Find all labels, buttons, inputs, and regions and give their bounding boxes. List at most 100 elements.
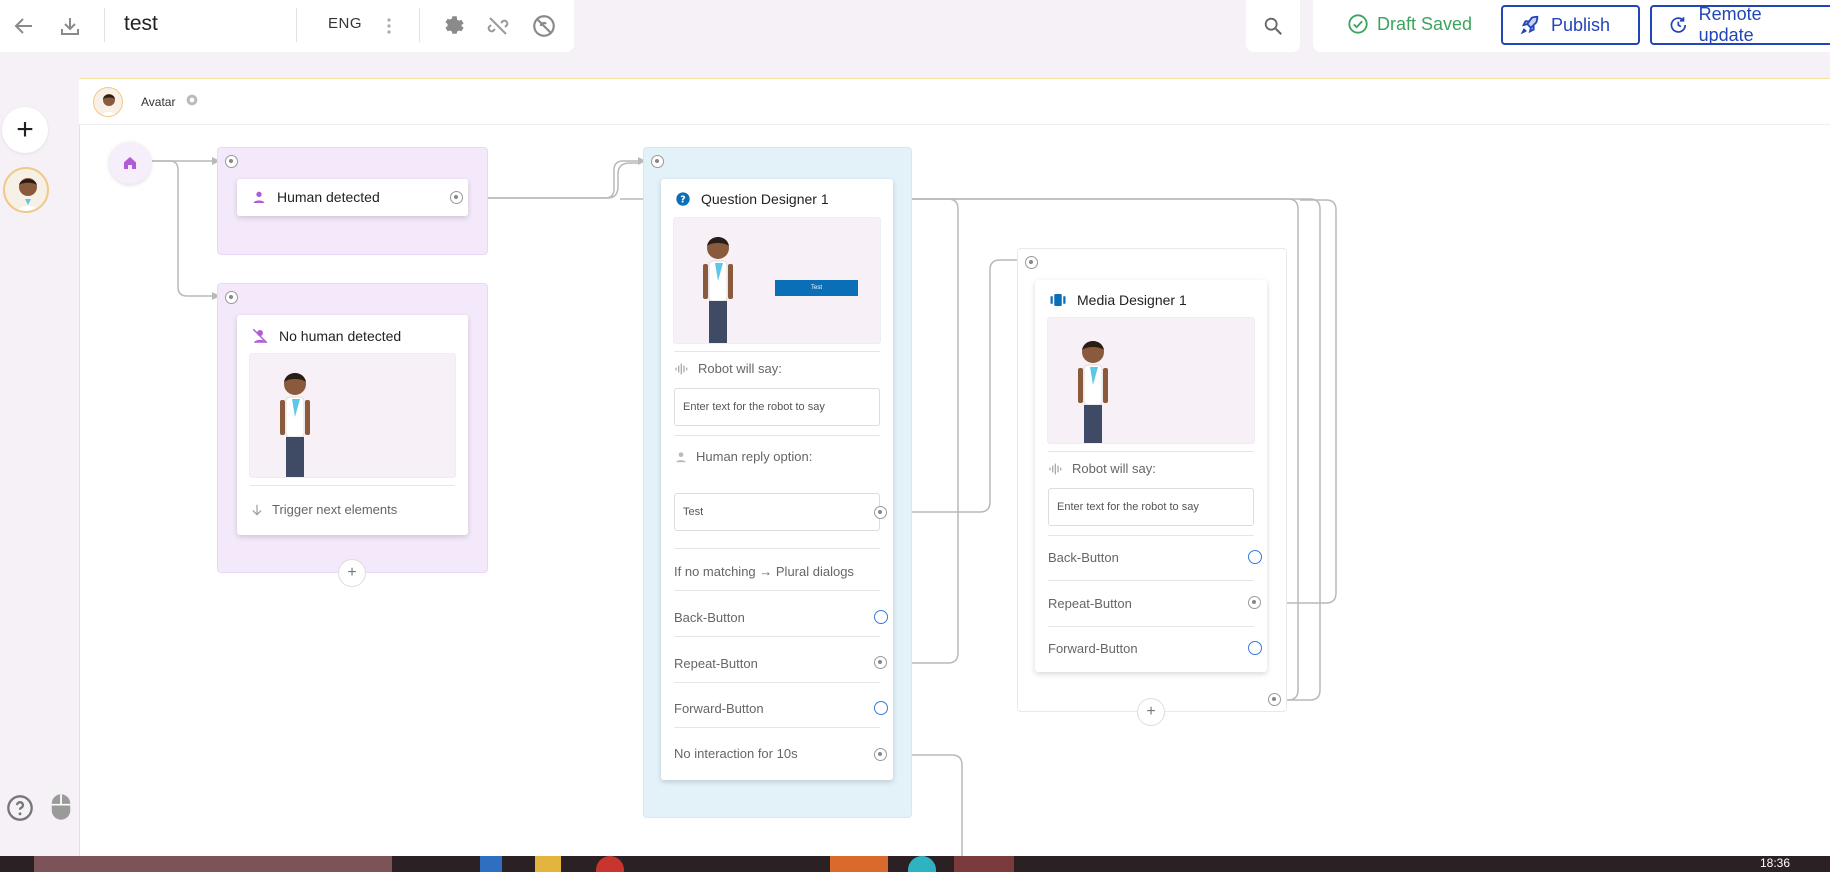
input-port[interactable] (225, 291, 238, 304)
taskbar-app[interactable] (596, 856, 624, 872)
taskbar-search[interactable] (34, 856, 392, 872)
add-element-button[interactable]: + (1137, 698, 1165, 726)
avatar[interactable] (3, 167, 49, 213)
avatar-label: Avatar (141, 95, 176, 109)
toolbar-divider (104, 8, 105, 42)
node-title: No human detected (251, 327, 401, 345)
divider (674, 435, 880, 436)
divider (674, 727, 880, 728)
gear-icon[interactable] (438, 10, 470, 42)
search-button[interactable] (1246, 0, 1300, 52)
output-port[interactable] (450, 191, 463, 204)
divider (674, 590, 880, 591)
gear-icon[interactable] (184, 92, 200, 113)
add-node-button[interactable]: + (2, 107, 48, 153)
project-title[interactable]: test (124, 12, 158, 36)
back-button-row[interactable]: Back-Button (674, 610, 880, 625)
input-port[interactable] (651, 155, 664, 168)
forward-button-row[interactable]: Forward-Button (1048, 641, 1254, 656)
media-designer-title: Media Designer 1 (1077, 292, 1187, 308)
robot-will-say-label: Robot will say: (698, 361, 782, 376)
repeat-output-port[interactable] (1248, 596, 1261, 609)
no-interaction-row[interactable]: No interaction for 10s (674, 746, 880, 761)
robot-will-say-row: Robot will say: (674, 361, 880, 376)
taskbar-clock: 18:36 (1759, 856, 1790, 870)
divider (674, 548, 880, 549)
publish-label: Publish (1551, 14, 1611, 35)
forward-output-port[interactable] (874, 701, 888, 715)
no-interaction-output-port[interactable] (874, 748, 887, 761)
rocket-icon (1520, 15, 1539, 35)
toolbar-divider (296, 8, 297, 42)
human-reply-row: Human reply option: (674, 449, 880, 464)
draft-status: Draft Saved (1347, 13, 1472, 35)
question-designer-node[interactable]: ? Question Designer 1 Test Robot will sa… (661, 179, 893, 780)
forward-output-port[interactable] (1248, 641, 1262, 655)
top-toolbar: test ENG (0, 0, 574, 52)
divider (250, 485, 455, 486)
refresh-clock-icon (1670, 17, 1687, 33)
taskbar-app[interactable] (954, 856, 1014, 872)
robot-will-say-row: Robot will say: (1048, 461, 1254, 476)
remote-update-button[interactable]: Remote update (1650, 4, 1830, 45)
node-title: Human detected (251, 189, 380, 205)
mouse-icon[interactable] (48, 792, 74, 827)
canvas-header: Avatar (79, 79, 1830, 125)
person-icon (676, 451, 686, 462)
human-detected-title: Human detected (277, 189, 380, 205)
back-output-port[interactable] (1248, 550, 1262, 564)
avatar-preview (249, 353, 456, 478)
check-circle-icon (1348, 14, 1368, 34)
node-title: Media Designer 1 (1049, 292, 1187, 308)
divider (674, 351, 880, 352)
person-off-icon (252, 328, 268, 344)
robot-say-input[interactable]: Enter text for the robot to say (674, 388, 880, 426)
back-output-port[interactable] (874, 610, 888, 624)
repeat-output-port[interactable] (874, 656, 887, 669)
language-selector[interactable]: ENG (328, 15, 362, 32)
media-designer-node[interactable]: Media Designer 1 Robot will say: Enter t… (1035, 280, 1267, 672)
media-icon (1050, 294, 1066, 306)
start-node[interactable] (109, 142, 151, 184)
more-vertical-icon[interactable] (373, 10, 405, 42)
taskbar-app[interactable] (535, 856, 561, 872)
divider (674, 636, 880, 637)
input-port[interactable] (225, 155, 238, 168)
back-arrow-icon[interactable] (8, 10, 40, 42)
reply-output-port[interactable] (874, 506, 887, 519)
draft-status-text: Draft Saved (1377, 13, 1473, 34)
remote-update-label: Remote update (1698, 4, 1762, 45)
toolbar-divider (419, 8, 420, 42)
input-port[interactable] (1025, 256, 1038, 269)
taskbar-app[interactable] (480, 856, 502, 872)
taskbar-app[interactable] (830, 856, 888, 872)
no-human-detected-node[interactable]: No human detected Trigger next elements (237, 315, 468, 535)
repeat-button-row[interactable]: Repeat-Button (1048, 596, 1254, 611)
add-element-button[interactable]: + (338, 559, 366, 587)
no-sync-icon[interactable] (528, 10, 560, 42)
forward-button-row[interactable]: Forward-Button (674, 701, 880, 716)
human-reply-label: Human reply option: (696, 449, 813, 464)
preview-test-button: Test (810, 285, 822, 291)
repeat-button-row[interactable]: Repeat-Button (674, 656, 880, 671)
link-off-icon[interactable] (482, 10, 514, 42)
back-button-row[interactable]: Back-Button (1048, 550, 1254, 565)
robot-say-input[interactable]: Enter text for the robot to say (1048, 488, 1254, 526)
divider (1048, 535, 1254, 536)
search-icon (1264, 17, 1282, 35)
trigger-next-row[interactable]: Trigger next elements (250, 502, 455, 517)
arrow-down-icon (252, 504, 262, 515)
robot-will-say-label: Robot will say: (1072, 461, 1156, 476)
no-match-row[interactable]: If no matching → Plural dialogs (674, 564, 880, 579)
reply-option-input[interactable]: Test (674, 493, 880, 531)
help-icon[interactable] (6, 794, 34, 827)
sound-wave-icon (1049, 463, 1062, 474)
avatar[interactable] (93, 87, 123, 117)
sound-wave-icon (675, 363, 688, 374)
download-icon[interactable] (54, 10, 86, 42)
publish-toolbar: Draft Saved Publish Remote update (1313, 0, 1830, 52)
human-detected-node[interactable]: Human detected (237, 179, 468, 216)
group-output-port[interactable] (1268, 693, 1281, 706)
taskbar-app[interactable] (908, 856, 936, 872)
publish-button[interactable]: Publish (1501, 5, 1640, 45)
